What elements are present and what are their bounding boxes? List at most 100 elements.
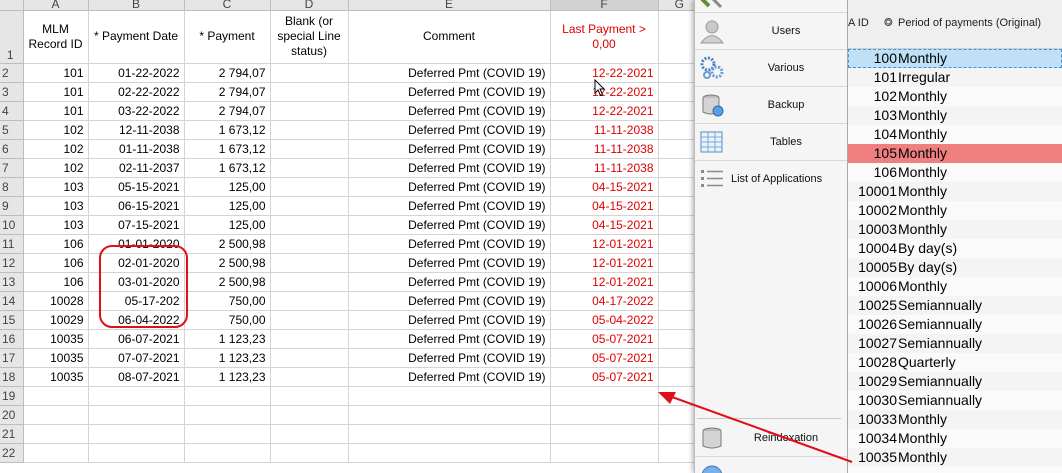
row-number[interactable]: 21	[0, 424, 24, 444]
cell-payment-date[interactable]: 01-22-2022	[88, 63, 185, 83]
cell-last-payment[interactable]: 04-15-2021	[550, 215, 659, 235]
cell-payment[interactable]	[184, 424, 271, 444]
table-row[interactable]: 10004 By day(s)	[848, 239, 1062, 258]
cell-comment[interactable]: Deferred Pmt (COVID 19)	[348, 196, 551, 216]
cell-comment[interactable]	[348, 424, 551, 444]
cell-record-id[interactable]: 106	[23, 272, 89, 292]
cell-payment-date[interactable]: 06-15-2021	[88, 196, 185, 216]
table-row[interactable]: 101 Irregular	[848, 68, 1062, 87]
row-number[interactable]: 5	[0, 120, 24, 140]
row-number[interactable]: 8	[0, 177, 24, 197]
table-row[interactable]: 10001 Monthly	[848, 182, 1062, 201]
select-all-corner[interactable]	[0, 0, 24, 11]
column-header-e[interactable]: E	[348, 0, 551, 11]
table-row[interactable]: 10003 Monthly	[848, 220, 1062, 239]
cell-record-id[interactable]: 101	[23, 101, 89, 121]
cell-blank-status[interactable]	[270, 272, 349, 292]
table-row[interactable]: 10034 Monthly	[848, 429, 1062, 448]
row-number[interactable]: 7	[0, 158, 24, 178]
row-number[interactable]: 11	[0, 234, 24, 254]
table-row[interactable]: 10002 Monthly	[848, 201, 1062, 220]
cell-last-payment[interactable]: 11-11-2038	[550, 158, 659, 178]
cell-record-id[interactable]: 101	[23, 63, 89, 83]
cell-record-id[interactable]: 102	[23, 158, 89, 178]
cell-blank-status[interactable]	[270, 215, 349, 235]
cell-blank-status[interactable]	[270, 139, 349, 159]
cell-payment[interactable]: 750,00	[184, 291, 271, 311]
cell-payment[interactable]: 1 123,23	[184, 329, 271, 349]
row-number[interactable]: 17	[0, 348, 24, 368]
table-row[interactable]: 106 Monthly	[848, 163, 1062, 182]
cell-payment[interactable]: 125,00	[184, 196, 271, 216]
cell-comment[interactable]: Deferred Pmt (COVID 19)	[348, 253, 551, 273]
table-row[interactable]: 10006 Monthly	[848, 277, 1062, 296]
cell-blank-status[interactable]	[270, 82, 349, 102]
cell-record-id[interactable]: 10035	[23, 329, 89, 349]
cell-payment[interactable]: 125,00	[184, 177, 271, 197]
cell-payment[interactable]: 2 794,07	[184, 63, 271, 83]
nav-item-tables[interactable]: Tables	[695, 124, 847, 161]
cell-last-payment[interactable]	[550, 424, 659, 444]
table-row[interactable]: 10030 Semiannually	[848, 391, 1062, 410]
column-header-id[interactable]: A ID	[848, 17, 870, 29]
nav-item-various[interactable]: Various	[695, 50, 847, 87]
row-number[interactable]: 19	[0, 386, 24, 406]
cell-payment-date[interactable]: 05-17-202	[88, 291, 185, 311]
cell-last-payment[interactable]: 05-07-2021	[550, 329, 659, 349]
cell-payment-date[interactable]: 05-15-2021	[88, 177, 185, 197]
cell-last-payment[interactable]: 12-01-2021	[550, 272, 659, 292]
cell-record-id[interactable]: 102	[23, 139, 89, 159]
header-cell-comment[interactable]: Comment	[348, 10, 551, 64]
column-header-f[interactable]: F	[550, 0, 659, 11]
cell-comment[interactable]: Deferred Pmt (COVID 19)	[348, 158, 551, 178]
cell-payment-date[interactable]	[88, 424, 185, 444]
row-number[interactable]: 4	[0, 101, 24, 121]
cell-record-id[interactable]: 106	[23, 234, 89, 254]
table-row[interactable]: 102 Monthly	[848, 87, 1062, 106]
cell-payment-date[interactable]: 03-01-2020	[88, 272, 185, 292]
cell-last-payment[interactable]: 11-11-2038	[550, 120, 659, 140]
header-cell-last-payment[interactable]: Last Payment > 0,00	[550, 10, 659, 64]
cell-payment[interactable]: 1 673,12	[184, 139, 271, 159]
row-number[interactable]: 1	[0, 10, 24, 64]
cell-comment[interactable]: Deferred Pmt (COVID 19)	[348, 329, 551, 349]
cell-record-id[interactable]: 10029	[23, 310, 89, 330]
row-number[interactable]: 3	[0, 82, 24, 102]
cell-last-payment[interactable]: 05-07-2021	[550, 367, 659, 387]
cell-payment-date[interactable]	[88, 443, 185, 463]
cell-blank-status[interactable]	[270, 253, 349, 273]
spreadsheet[interactable]: A B C D E F G 1 MLM Record ID * Payment …	[0, 0, 700, 473]
cell-comment[interactable]: Deferred Pmt (COVID 19)	[348, 310, 551, 330]
cell-last-payment[interactable]	[550, 443, 659, 463]
cell-record-id[interactable]	[23, 424, 89, 444]
table-row[interactable]: 104 Monthly	[848, 125, 1062, 144]
cell-comment[interactable]: Deferred Pmt (COVID 19)	[348, 120, 551, 140]
row-number[interactable]: 10	[0, 215, 24, 235]
cell-record-id[interactable]	[23, 386, 89, 406]
cell-last-payment[interactable]: 12-01-2021	[550, 234, 659, 254]
cell-comment[interactable]	[348, 386, 551, 406]
nav-item-backup[interactable]: Backup	[695, 87, 847, 124]
table-row[interactable]: 10033 Monthly	[848, 410, 1062, 429]
header-cell-blank-status[interactable]: Blank (or special Line status)	[270, 10, 349, 64]
cell-blank-status[interactable]	[270, 386, 349, 406]
cell-comment[interactable]: Deferred Pmt (COVID 19)	[348, 139, 551, 159]
cell-comment[interactable]	[348, 405, 551, 425]
cell-last-payment[interactable]: 05-07-2021	[550, 348, 659, 368]
cell-last-payment[interactable]	[550, 405, 659, 425]
header-cell-record-id[interactable]: MLM Record ID	[23, 10, 89, 64]
column-header-a[interactable]: A	[23, 0, 89, 11]
row-number[interactable]: 13	[0, 272, 24, 292]
cell-record-id[interactable]: 10028	[23, 291, 89, 311]
cell-blank-status[interactable]	[270, 443, 349, 463]
table-row[interactable]: 10035 Monthly	[848, 448, 1062, 467]
cell-payment-date[interactable]: 06-07-2021	[88, 329, 185, 349]
nav-item-list-of-applications[interactable]: List of Applications	[695, 161, 847, 198]
cell-blank-status[interactable]	[270, 234, 349, 254]
cell-payment-date[interactable]: 02-11-2037	[88, 158, 185, 178]
table-row[interactable]: 10025 Semiannually	[848, 296, 1062, 315]
cell-last-payment[interactable]: 04-17-2022	[550, 291, 659, 311]
cell-record-id[interactable]: 10035	[23, 367, 89, 387]
column-header-d[interactable]: D	[270, 0, 349, 11]
row-number[interactable]: 12	[0, 253, 24, 273]
